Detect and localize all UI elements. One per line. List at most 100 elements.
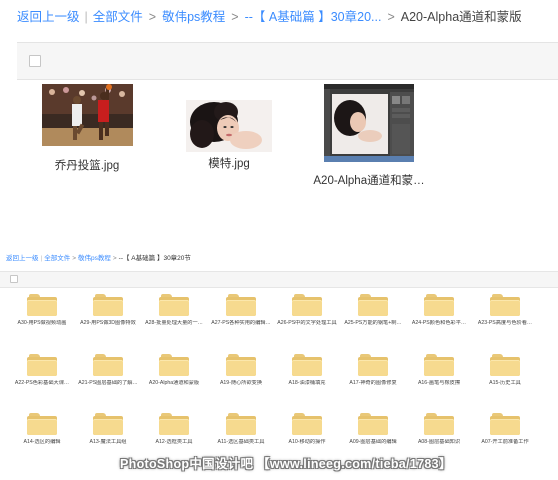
folder-icon bbox=[159, 354, 189, 376]
folder-item[interactable]: A22-PS色彩基础大课… bbox=[8, 354, 76, 387]
folder-icon bbox=[358, 354, 388, 376]
folder-icon bbox=[93, 354, 123, 376]
folder-item[interactable]: A13-魔法工具组 bbox=[74, 413, 142, 446]
chevron-right-icon: > bbox=[387, 10, 395, 24]
folder-name[interactable]: A17-神奇的图像修复 bbox=[339, 380, 407, 387]
file-name[interactable]: 模特.jpg bbox=[164, 155, 294, 171]
all-files-link[interactable]: 全部文件 bbox=[93, 10, 143, 24]
folder-name[interactable]: A09-图层基础的编辑 bbox=[339, 439, 407, 446]
folder-item[interactable]: A25-PS万能的钢笔+制… bbox=[339, 294, 407, 327]
file-item[interactable]: 模特.jpg bbox=[164, 84, 294, 171]
file-name[interactable]: A20-Alpha通道和蒙… bbox=[304, 172, 434, 188]
photoshop-screenshot-thumbnail bbox=[324, 84, 414, 162]
folder-name[interactable]: A20-Alpha通道和蒙版 bbox=[140, 380, 208, 387]
folder-icon bbox=[27, 413, 57, 435]
folder-item[interactable]: A27-PS各种实用的编辑… bbox=[207, 294, 275, 327]
all-files-link[interactable]: 全部文件 bbox=[44, 255, 70, 262]
folder-item[interactable]: A19-随心所欲变换 bbox=[207, 354, 275, 387]
folder-icon bbox=[490, 413, 520, 435]
breadcrumb-current: A20-Alpha通道和蒙版 bbox=[400, 10, 522, 24]
folder-name[interactable]: A21-PS图层基础的了解… bbox=[74, 380, 142, 387]
breadcrumb-level2: --【 A基础篇 】30章20节 bbox=[118, 255, 191, 262]
folder-name[interactable]: A10-移动的操作 bbox=[273, 439, 341, 446]
folder-name[interactable]: A22-PS色彩基础大课… bbox=[8, 380, 76, 387]
folder-name[interactable]: A28-批量处理大量的一… bbox=[140, 320, 208, 327]
folder-icon bbox=[226, 413, 256, 435]
file-item[interactable]: A20-Alpha通道和蒙… bbox=[304, 84, 434, 188]
folder-item[interactable]: A10-移动的操作 bbox=[273, 413, 341, 446]
watermark: PhotoShop中国设计吧 【www.lineeg.com/tieba/178… bbox=[120, 457, 452, 471]
folder-icon bbox=[27, 354, 57, 376]
folder-icon bbox=[226, 294, 256, 316]
folder-item[interactable]: A18-油漆桶填充 bbox=[273, 354, 341, 387]
folder-icon bbox=[292, 413, 322, 435]
folder-name[interactable]: A15-历史工具 bbox=[471, 380, 539, 387]
folder-name[interactable]: A12-选框类工具 bbox=[140, 439, 208, 446]
folder-item[interactable]: A24-PS颜色和色彩平… bbox=[405, 294, 473, 327]
folder-item[interactable]: A08-图层基础知识 bbox=[405, 413, 473, 446]
folder-icon bbox=[292, 294, 322, 316]
folder-item[interactable]: A21-PS图层基础的了解… bbox=[74, 354, 142, 387]
folder-icon bbox=[490, 294, 520, 316]
file-name[interactable]: 乔丹投篮.jpg bbox=[22, 157, 152, 173]
folder-name[interactable]: A16-画笔与橡皮擦 bbox=[405, 380, 473, 387]
back-link[interactable]: 返回上一级 bbox=[17, 10, 80, 24]
folder-name[interactable]: A26-PS中的文字处理工具 bbox=[273, 320, 341, 327]
breadcrumb-level2-link[interactable]: --【 A基础篇 】30章20... bbox=[245, 10, 382, 24]
folder-icon bbox=[424, 354, 454, 376]
select-all-checkbox[interactable] bbox=[10, 275, 18, 283]
folder-item[interactable]: A12-选框类工具 bbox=[140, 413, 208, 446]
folder-item[interactable]: A14-选区的编辑 bbox=[8, 413, 76, 446]
chevron-right-icon: > bbox=[231, 10, 239, 24]
folder-icon bbox=[358, 294, 388, 316]
folder-icon bbox=[93, 294, 123, 316]
folder-name[interactable]: A11-选区基础类工具 bbox=[207, 439, 275, 446]
folder-item[interactable]: A07-开工前准备工作 bbox=[471, 413, 539, 446]
folder-name[interactable]: A25-PS万能的钢笔+制… bbox=[339, 320, 407, 327]
folder-item[interactable]: A09-图层基础的编辑 bbox=[339, 413, 407, 446]
file-list-toolbar bbox=[0, 271, 558, 288]
select-all-checkbox[interactable] bbox=[29, 55, 41, 67]
folder-item[interactable]: A16-画笔与橡皮擦 bbox=[405, 354, 473, 387]
folder-name[interactable]: A24-PS颜色和色彩平… bbox=[405, 320, 473, 327]
folder-item[interactable]: A15-历史工具 bbox=[471, 354, 539, 387]
breadcrumb: 返回上一级 | 全部文件 > 敬伟ps教程 > --【 A基础篇 】30章20... > A20… bbox=[17, 8, 522, 26]
folder-name[interactable]: A23-PS高度与色阶看… bbox=[471, 320, 539, 327]
folder-name[interactable]: A30-用PS做视频动画 bbox=[8, 320, 76, 327]
folder-name[interactable]: A14-选区的编辑 bbox=[8, 439, 76, 446]
folder-item[interactable]: A30-用PS做视频动画 bbox=[8, 294, 76, 327]
folder-name[interactable]: A07-开工前准备工作 bbox=[471, 439, 539, 446]
folder-item[interactable]: A23-PS高度与色阶看… bbox=[471, 294, 539, 327]
folder-icon bbox=[358, 413, 388, 435]
folder-item[interactable]: A28-批量处理大量的一… bbox=[140, 294, 208, 327]
folder-name[interactable]: A18-油漆桶填充 bbox=[273, 380, 341, 387]
folder-icon bbox=[424, 294, 454, 316]
folder-icon bbox=[93, 413, 123, 435]
folder-name[interactable]: A27-PS各种实用的编辑… bbox=[207, 320, 275, 327]
folder-name[interactable]: A13-魔法工具组 bbox=[74, 439, 142, 446]
back-link[interactable]: 返回上一级 bbox=[6, 255, 39, 262]
breadcrumb: 返回上一级 | 全部文件 > 敬伟ps教程 > --【 A基础篇 】30章20节 bbox=[6, 254, 191, 263]
folder-item[interactable]: A11-选区基础类工具 bbox=[207, 413, 275, 446]
folder-item[interactable]: A29-用PS做3D图像特效 bbox=[74, 294, 142, 327]
model-portrait-thumbnail bbox=[186, 100, 272, 152]
folder-name[interactable]: A08-图层基础知识 bbox=[405, 439, 473, 446]
chevron-right-icon: > bbox=[148, 10, 157, 24]
folder-icon bbox=[159, 413, 189, 435]
breadcrumb-divider: | bbox=[84, 10, 88, 24]
breadcrumb-level1-link[interactable]: 敬伟ps教程 bbox=[78, 255, 111, 262]
folder-item[interactable]: A20-Alpha通道和蒙版 bbox=[140, 354, 208, 387]
folder-item[interactable]: A26-PS中的文字处理工具 bbox=[273, 294, 341, 327]
folder-icon bbox=[490, 354, 520, 376]
chevron-right-icon: > bbox=[112, 255, 117, 262]
folder-icon bbox=[424, 413, 454, 435]
chevron-right-icon: > bbox=[72, 255, 76, 262]
folder-icon bbox=[292, 354, 322, 376]
folder-icon bbox=[159, 294, 189, 316]
folder-item[interactable]: A17-神奇的图像修复 bbox=[339, 354, 407, 387]
folder-name[interactable]: A19-随心所欲变换 bbox=[207, 380, 275, 387]
folder-name[interactable]: A29-用PS做3D图像特效 bbox=[74, 320, 142, 327]
basketball-photo-thumbnail bbox=[41, 84, 133, 146]
file-item[interactable]: 乔丹投篮.jpg bbox=[22, 84, 152, 173]
breadcrumb-level1-link[interactable]: 敬伟ps教程 bbox=[162, 10, 225, 24]
